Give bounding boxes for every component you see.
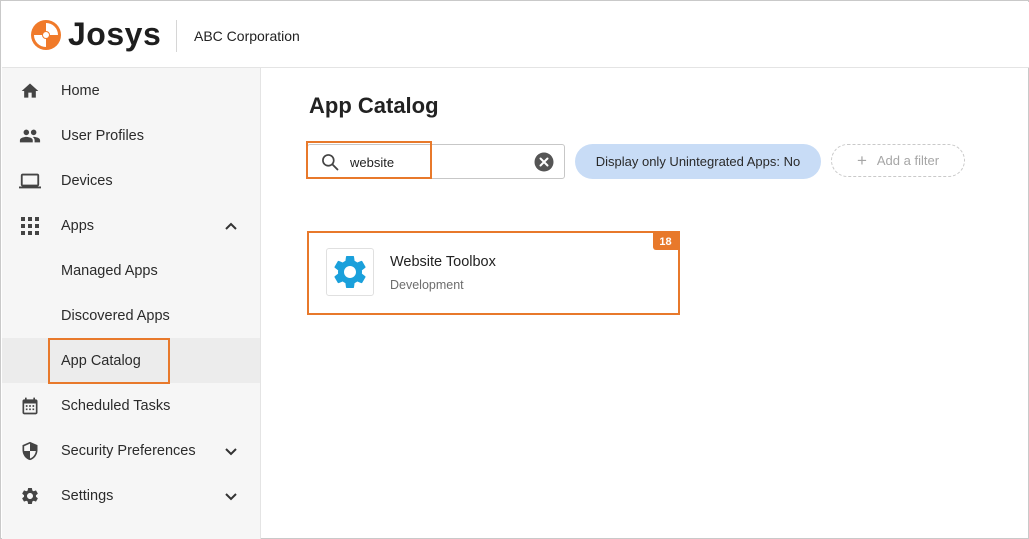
header-divider: [176, 20, 177, 52]
sidebar-item-security-preferences[interactable]: Security Preferences: [2, 428, 260, 473]
sidebar-item-label: Home: [61, 82, 100, 99]
app-catalog-highlight: [48, 338, 170, 384]
app-window: Josys ABC Corporation Home User Profiles…: [0, 0, 1029, 539]
unintegrated-apps-filter-chip[interactable]: Display only Unintegrated Apps: No: [575, 144, 821, 179]
sidebar-item-home[interactable]: Home: [2, 68, 260, 113]
calendar-icon: [19, 395, 41, 417]
count-badge: 18: [653, 233, 678, 250]
sidebar-item-scheduled-tasks[interactable]: Scheduled Tasks: [2, 383, 260, 428]
chevron-up-icon[interactable]: [223, 218, 239, 234]
sidebar-item-label: Apps: [61, 217, 95, 234]
sidebar: Home User Profiles Devices Apps Managed …: [2, 68, 261, 539]
page-title: App Catalog: [309, 93, 439, 118]
sidebar-item-user-profiles[interactable]: User Profiles: [2, 113, 260, 158]
add-filter-button[interactable]: + Add a filter: [831, 144, 965, 177]
chevron-down-icon[interactable]: [223, 488, 239, 504]
sidebar-item-settings[interactable]: Settings: [2, 473, 260, 518]
sidebar-item-discovered-apps[interactable]: Discovered Apps: [2, 293, 260, 338]
app-card-highlight: [307, 231, 680, 315]
laptop-icon: [19, 170, 41, 192]
grid-icon: [19, 215, 41, 237]
josys-logo[interactable]: Josys: [30, 16, 161, 53]
shield-icon: [19, 440, 41, 462]
users-icon: [19, 125, 41, 147]
sidebar-item-label: Scheduled Tasks: [61, 397, 171, 414]
gear-icon: [19, 485, 41, 507]
clear-search-icon[interactable]: [534, 152, 554, 172]
sidebar-item-managed-apps[interactable]: Managed Apps: [2, 248, 260, 293]
brand-name: Josys: [68, 16, 162, 52]
sidebar-item-label: User Profiles: [61, 127, 144, 144]
sidebar-item-label: Discovered Apps: [61, 307, 170, 324]
search-highlight: [306, 141, 432, 179]
top-header: Josys ABC Corporation: [2, 2, 1029, 68]
sidebar-item-label: Devices: [61, 172, 113, 189]
josys-logo-icon: [31, 19, 61, 50]
home-icon: [19, 80, 41, 102]
add-filter-label: Add a filter: [876, 153, 940, 168]
sidebar-item-label: Settings: [61, 487, 114, 504]
sidebar-item-label: Security Preferences: [61, 442, 196, 459]
chevron-down-icon[interactable]: [223, 443, 239, 459]
organization-name: ABC Corporation: [194, 28, 300, 44]
sidebar-item-devices[interactable]: Devices: [2, 158, 260, 203]
sidebar-item-apps[interactable]: Apps: [2, 203, 260, 248]
sidebar-item-label: Managed Apps: [61, 262, 158, 279]
plus-icon: +: [856, 150, 867, 170]
